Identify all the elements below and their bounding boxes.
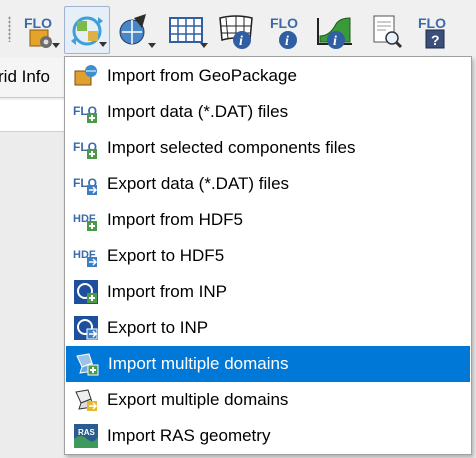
chevron-down-icon	[200, 43, 208, 48]
svg-text:RAS: RAS	[78, 428, 96, 437]
domains-export-icon	[73, 387, 99, 413]
svg-text:?: ?	[431, 32, 440, 48]
domains-import-icon	[74, 351, 100, 377]
flo-import-icon: FLO	[73, 99, 99, 125]
panel-field[interactable]	[0, 100, 66, 132]
menu-item-label: Import multiple domains	[108, 354, 289, 373]
menu-item-label: Export data (*.DAT) files	[107, 174, 290, 193]
svg-text:FLO: FLO	[24, 15, 52, 31]
grid-table-button[interactable]	[164, 6, 210, 54]
menu-item-import-geopackage[interactable]: Import from GeoPackage	[65, 58, 471, 94]
ras-icon: RAS	[73, 423, 99, 449]
svg-text:i: i	[239, 34, 243, 49]
menu-item-label: Import selected components files	[107, 138, 356, 157]
toolbar: FLO i FLO i i FLO ?	[0, 0, 476, 58]
menu-item-label: Import from GeoPackage	[107, 66, 297, 85]
grid-info-tab[interactable]: rid Info	[0, 58, 66, 98]
import-export-menu: Import from GeoPackage FLO Import data (…	[64, 56, 472, 455]
hdf-import-icon: HDF	[73, 207, 99, 233]
grid-info-icon: i	[219, 15, 253, 49]
profile-info-icon: i	[317, 17, 352, 49]
menu-item-import-inp[interactable]: Import from INP	[65, 274, 471, 310]
import-export-button[interactable]	[64, 6, 110, 54]
menu-item-export-hdf5[interactable]: HDF Export to HDF5	[65, 238, 471, 274]
menu-item-export-dat[interactable]: FLO Export data (*.DAT) files	[65, 166, 471, 202]
flo-import-icon: FLO	[73, 135, 99, 161]
flo2d-info-icon: FLO i	[270, 15, 298, 49]
chevron-down-icon	[52, 43, 60, 48]
flo2d-help-icon: FLO ?	[418, 15, 446, 49]
menu-item-import-dat[interactable]: FLO Import data (*.DAT) files	[65, 94, 471, 130]
menu-item-export-inp[interactable]: Export to INP	[65, 310, 471, 346]
chevron-down-icon	[148, 43, 156, 48]
inp-import-icon	[73, 279, 99, 305]
svg-text:FLO: FLO	[270, 15, 298, 31]
globe-tools-button[interactable]	[112, 6, 158, 54]
menu-item-label: Import RAS geometry	[107, 426, 271, 445]
profile-info-button[interactable]: i	[312, 6, 358, 54]
svg-text:FLO: FLO	[418, 15, 446, 31]
svg-text:i: i	[333, 34, 337, 49]
report-search-icon	[373, 15, 403, 49]
geopackage-icon	[73, 63, 99, 89]
menu-item-label: Import data (*.DAT) files	[107, 102, 289, 121]
menu-item-label: Import from INP	[107, 282, 227, 301]
flo2d-help-button[interactable]: FLO ?	[414, 6, 460, 54]
menu-item-export-multiple-domains[interactable]: Export multiple domains	[65, 382, 471, 418]
menu-item-import-components[interactable]: FLO Import selected components files	[65, 130, 471, 166]
chevron-down-icon	[99, 42, 107, 47]
menu-item-import-ras-geometry[interactable]: RAS Import RAS geometry	[65, 418, 471, 454]
hdf-export-icon: HDF	[73, 243, 99, 269]
panel-body	[0, 132, 66, 458]
flo-export-icon: FLO	[73, 171, 99, 197]
svg-text:i: i	[285, 34, 289, 49]
report-search-button[interactable]	[364, 6, 410, 54]
toolbar-grip[interactable]	[8, 16, 11, 42]
menu-item-label: Export multiple domains	[107, 390, 289, 409]
menu-item-label: Import from HDF5	[107, 210, 244, 229]
flo2d-settings-button[interactable]: FLO	[16, 6, 62, 54]
flo2d-info-button[interactable]: FLO i	[264, 6, 310, 54]
menu-item-import-multiple-domains[interactable]: Import multiple domains	[66, 346, 470, 382]
menu-item-label: Export to INP	[107, 318, 209, 337]
grid-info-button[interactable]: i	[214, 6, 260, 54]
menu-item-import-hdf5[interactable]: HDF Import from HDF5	[65, 202, 471, 238]
menu-item-label: Export to HDF5	[107, 246, 225, 265]
import-export-icon	[71, 16, 103, 46]
inp-export-icon	[73, 315, 99, 341]
